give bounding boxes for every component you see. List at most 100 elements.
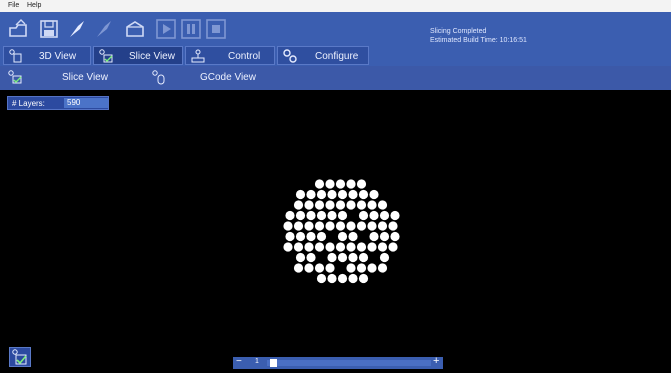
slice-dot [337,252,348,263]
slice-dot [327,252,337,263]
slice-dot [316,231,327,242]
slice-dot [325,263,335,273]
slider-track[interactable] [267,360,431,366]
slice-dot [346,200,356,210]
slice-dot [377,242,388,252]
slice-dot [316,189,327,200]
subnav-gcode-view[interactable]: GCode View [145,66,275,90]
stop-icon [205,18,227,40]
view-subnav: Slice View GCode View [0,66,671,90]
slice-disabled-icon [93,18,115,40]
slice-dot [390,210,400,221]
slice-dot [390,231,400,242]
slice-dot [314,263,325,273]
status-text: Slicing Completed Estimated Build Time: … [430,27,527,45]
tab-label: 3D View [39,51,77,62]
slice-dot [367,242,377,252]
slice-dot [283,242,293,252]
menu-file[interactable]: File [8,2,19,9]
slice-dot [379,252,390,263]
slice-dot [346,263,356,273]
tab-bar: 3D View Slice View Control Configure [0,44,671,66]
slice-dot [388,221,398,231]
slice-dot [285,210,295,221]
slice-dot [346,179,356,189]
slice-dot [369,231,379,242]
slice-dot [295,231,306,242]
slice-dot [358,189,369,200]
slice-dot [379,210,390,221]
eye-gcode-icon [151,69,167,85]
slider-increment-button[interactable]: + [433,355,439,367]
play-icon [155,18,177,40]
slider-thumb[interactable] [270,359,277,367]
slice-dot [335,179,346,189]
slice-dot [337,210,348,221]
slice-dot [327,210,337,221]
slice-dot [316,273,327,284]
tab-control[interactable]: Control [185,46,275,65]
slice-dot [293,221,304,231]
slice-dot [306,231,316,242]
slice-dot [358,273,369,284]
joystick-icon [190,48,206,64]
slice-dot [325,179,335,189]
slice-dot [314,242,325,252]
slice-dot [335,221,346,231]
layer-slider[interactable]: − 1 + [233,355,443,369]
slider-value: 1 [255,358,259,365]
subnav-slice-view[interactable]: Slice View [0,66,130,90]
slice-dot [295,252,306,263]
eye-cube-icon [8,48,24,64]
tab-slice-view[interactable]: Slice View [93,46,183,65]
subnav-label: Slice View [62,72,108,83]
slice-dot [295,210,306,221]
slice-dot [335,242,346,252]
slice-dot [325,221,335,231]
slice-dot [367,221,377,231]
menu-help[interactable]: Help [27,2,41,9]
slice-dot [293,242,304,252]
slice-dot [327,189,337,200]
slice-dot [314,200,325,210]
slice-dot [379,231,390,242]
slice-dot [356,200,367,210]
slice-dot [358,252,369,263]
pause-icon [180,18,202,40]
slice-dot [314,221,325,231]
slice-dot [283,221,293,231]
slice-dot [337,189,348,200]
toolbar: Slicing Completed Estimated Build Time: … [0,12,671,44]
slice-dot [369,189,379,200]
slice-dot [325,200,335,210]
slice-dot [377,221,388,231]
slice-dot [337,273,348,284]
save-icon[interactable] [38,18,60,40]
slice-dot [293,200,304,210]
slice-dot [306,210,316,221]
slice-dot [327,273,337,284]
slice-dot [377,263,388,273]
tab-3d-view[interactable]: 3D View [3,46,91,65]
slice-view-toggle-button[interactable] [9,347,31,367]
tab-configure[interactable]: Configure [277,46,369,65]
open-icon[interactable] [7,18,29,40]
slice-dot [369,210,379,221]
layers-value: 590 [64,98,108,108]
slider-decrement-button[interactable]: − [236,356,242,367]
slice-dot [304,242,314,252]
slice-dot [388,242,398,252]
slice-dot [356,179,367,189]
slice-dot [356,221,367,231]
slice-dot [304,221,314,231]
slice-dot [314,179,325,189]
slice-dot [377,200,388,210]
slice-dot [348,231,358,242]
slice-dot [348,189,358,200]
slice-dot [348,252,358,263]
layers-counter: # Layers: 590 [7,96,109,110]
eye-slice-icon [12,349,27,365]
material-icon[interactable] [124,18,146,40]
tab-label: Slice View [129,51,175,62]
slice-icon[interactable] [66,18,88,40]
